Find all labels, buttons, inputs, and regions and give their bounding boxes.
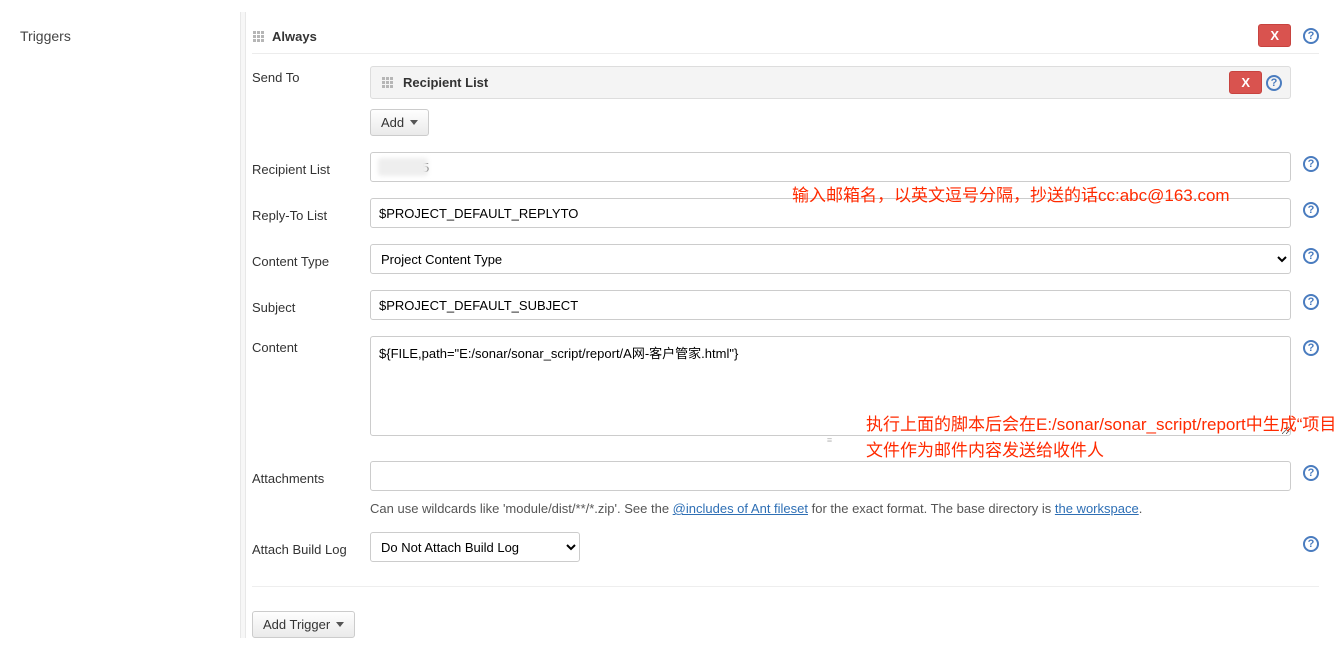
help-icon[interactable]: ? [1303, 536, 1319, 552]
help-icon[interactable]: ? [1303, 202, 1319, 218]
help-icon[interactable]: ? [1303, 340, 1319, 356]
help-icon[interactable]: ? [1303, 248, 1319, 264]
reply-to-label: Reply-To List [252, 204, 370, 223]
section-title: Always [272, 29, 317, 44]
resize-grip-icon[interactable]: ≡ [370, 435, 1291, 445]
attachments-input[interactable] [370, 461, 1291, 491]
subject-input[interactable] [370, 290, 1291, 320]
reply-to-input[interactable] [370, 198, 1291, 228]
help-icon[interactable]: ? [1303, 294, 1319, 310]
help-icon[interactable]: ? [1303, 465, 1319, 481]
attach-log-label: Attach Build Log [252, 538, 370, 557]
content-label: Content [252, 336, 370, 355]
section-header: Always [252, 20, 1319, 54]
recipient-list-title: Recipient List [403, 75, 488, 90]
close-recipient-button[interactable]: X [1229, 71, 1262, 94]
chevron-down-icon [410, 120, 418, 125]
drag-handle-icon[interactable] [381, 76, 395, 90]
add-trigger-button[interactable]: Add Trigger [252, 611, 355, 638]
chevron-down-icon [336, 622, 344, 627]
help-icon[interactable]: ? [1303, 28, 1319, 44]
send-to-label: Send To [252, 66, 370, 85]
content-textarea[interactable]: ${FILE,path="E:/sonar/sonar_script/repor… [370, 336, 1291, 436]
attachments-hint: Can use wildcards like 'module/dist/**/*… [370, 501, 1319, 516]
close-section-button[interactable]: X [1258, 24, 1291, 47]
recipient-list-box: Recipient List X ? [370, 66, 1291, 99]
add-button-label: Add [381, 115, 404, 130]
add-trigger-label: Add Trigger [263, 617, 330, 632]
redacted-text [378, 158, 428, 176]
subject-label: Subject [252, 296, 370, 315]
workspace-link[interactable]: the workspace [1055, 501, 1139, 516]
drag-handle-icon[interactable] [252, 30, 266, 44]
sidebar-triggers-label: Triggers [20, 28, 240, 44]
help-icon[interactable]: ? [1266, 75, 1282, 91]
attach-log-select[interactable]: Do Not Attach Build Log [370, 532, 580, 562]
help-icon[interactable]: ? [1303, 156, 1319, 172]
ant-fileset-link[interactable]: @includes of Ant fileset [673, 501, 808, 516]
content-type-select[interactable]: Project Content Type [370, 244, 1291, 274]
recipient-list-input[interactable] [370, 152, 1291, 182]
attachments-label: Attachments [252, 467, 370, 486]
add-recipient-button[interactable]: Add [370, 109, 429, 136]
content-type-label: Content Type [252, 250, 370, 269]
recipient-list-label: Recipient List [252, 158, 370, 177]
